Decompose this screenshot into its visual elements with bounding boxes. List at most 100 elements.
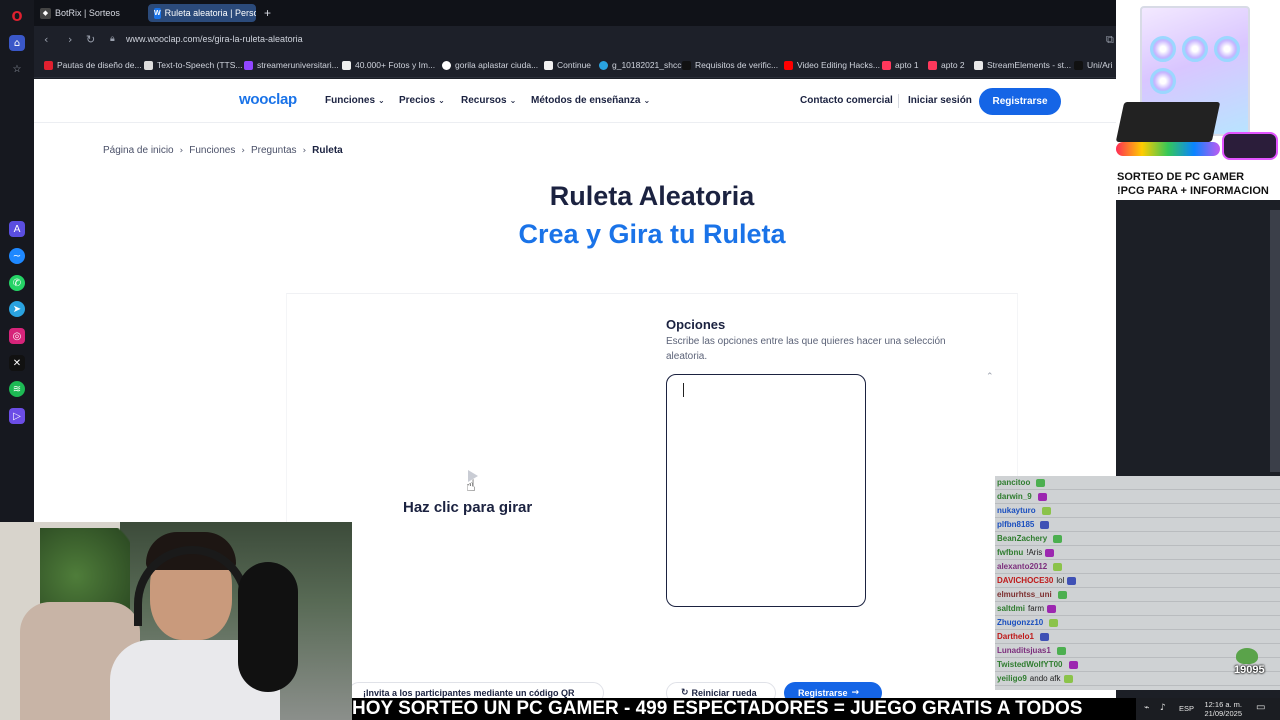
breadcrumb-funciones[interactable]: Funciones <box>189 145 235 156</box>
speaker-icon[interactable]: ♪ <box>1160 703 1166 713</box>
reload-icon: ↻ <box>681 688 689 698</box>
breadcrumb-home[interactable]: Página de inicio <box>103 145 174 156</box>
nav-divider <box>898 94 899 108</box>
system-tray: ⌁ ♪ ESP 12:16 a. m. 21/09/2025 ▭ <box>1136 698 1280 720</box>
chat-username: yeiligo9 <box>997 673 1027 683</box>
chat-message: Zhugonzz10 <box>995 616 1280 630</box>
new-tab-button[interactable]: + <box>260 4 280 22</box>
opera-logo-icon[interactable]: O <box>9 9 25 25</box>
login-link[interactable]: Iniciar sesión <box>908 95 972 106</box>
options-textarea[interactable] <box>666 374 866 522</box>
keyboard-image <box>1115 102 1221 142</box>
x-icon <box>682 60 691 70</box>
nav-precios[interactable]: Precios ⌄ <box>399 95 445 106</box>
chat-message: plfbn8185 <box>995 518 1280 532</box>
emote-icon <box>1056 646 1066 655</box>
options-description: Escribe las opciones entre las que quier… <box>666 336 946 362</box>
bookmark-item[interactable]: gorila aplastar ciuda... <box>442 60 538 70</box>
nav-recursos[interactable]: Recursos ⌄ <box>461 95 516 106</box>
right-panel <box>1116 200 1280 476</box>
star-icon[interactable]: ☆ <box>9 61 25 77</box>
emote-icon <box>1045 548 1055 557</box>
emote-icon <box>1037 492 1047 501</box>
page-scrollbar[interactable] <box>1270 210 1280 472</box>
network-icon[interactable]: ⌁ <box>1144 703 1149 713</box>
emote-icon <box>1053 534 1063 543</box>
chat-username: Lunaditsjuas1 <box>997 645 1051 655</box>
chevron-down-icon: ⌄ <box>378 96 385 105</box>
contact-sales-link[interactable]: Contacto comercial <box>800 95 893 106</box>
chat-message: darwin_9 <box>995 490 1280 504</box>
bookmark-item[interactable]: 40.000+ Fotos y Im... <box>342 60 435 70</box>
spin-wheel-button[interactable]: Haz clic para girar <box>403 499 532 516</box>
bookmark-icon <box>44 60 53 70</box>
bookmark-item[interactable]: Requisitos de verific... <box>682 60 778 70</box>
home-icon[interactable]: ⌂ <box>9 35 25 51</box>
emote-icon <box>1040 520 1050 529</box>
chevron-up-icon[interactable]: ⌃ <box>986 372 994 382</box>
chat-username: pancitoo <box>997 477 1031 487</box>
bookmark-item[interactable]: apto 1 <box>882 60 919 70</box>
bookmark-item[interactable]: g_10182021_shcc <box>599 60 681 70</box>
bookmark-item[interactable]: Continue <box>544 60 591 70</box>
bookmark-item[interactable]: Video Editing Hacks... <box>784 60 880 70</box>
chat-username: saltdmi <box>997 603 1026 613</box>
emote-icon <box>1039 632 1049 641</box>
bookmark-icon <box>342 60 351 70</box>
tab-ruleta[interactable]: W Ruleta aleatoria | Personal <box>148 4 256 22</box>
clock[interactable]: 12:16 a. m. 21/09/2025 <box>1200 700 1242 718</box>
chat-username: TwistedWolfYT00 <box>997 659 1063 669</box>
bookmark-item[interactable]: StreamElements - st... <box>974 60 1071 70</box>
web-page: wooclap Funciones ⌄ Precios ⌄ Recursos ⌄ Mé… <box>34 79 1116 522</box>
messenger-icon[interactable]: ~ <box>9 248 25 264</box>
pepe-emote-icon <box>1236 648 1258 664</box>
chat-text: !Aris <box>1026 547 1043 557</box>
viewer-counter: 19095 <box>1234 664 1265 676</box>
telegram-icon[interactable]: ➤ <box>9 301 25 317</box>
bookmark-item[interactable]: Text-to-Speech (TTS... <box>144 60 243 70</box>
forward-icon[interactable]: › <box>68 33 72 46</box>
whatsapp-icon[interactable]: ✆ <box>9 275 25 291</box>
fan-icon <box>1214 36 1240 62</box>
url-field[interactable]: www.wooclap.com/es/gira-la-ruleta-aleato… <box>126 34 303 44</box>
emote-icon <box>1063 674 1073 683</box>
breadcrumb: Página de inicio › Funciones › Preguntas › Rul… <box>103 145 343 156</box>
bookmark-item[interactable]: Pautas de diseño de... <box>44 60 142 70</box>
text-caret <box>683 383 684 397</box>
reload-icon[interactable]: ↻ <box>86 33 95 46</box>
bookmark-icon <box>144 60 153 70</box>
wooclap-logo[interactable]: wooclap <box>239 91 297 108</box>
tiktok-icon <box>1074 60 1083 70</box>
bookmark-item[interactable]: streameruniversitari... <box>244 60 339 70</box>
bookmark-item[interactable]: Uni/Ari <box>1074 60 1113 70</box>
address-bar: ‹ › ↻ 🔒︎ www.wooclap.com/es/gira-la-rule… <box>34 26 1116 54</box>
tab-botrix[interactable]: ◆ BotRix | Sorteos <box>34 4 146 22</box>
rgb-glow <box>1116 142 1220 156</box>
register-button[interactable]: Registrarse <box>979 88 1061 115</box>
chat-username: BeanZachery <box>997 533 1048 543</box>
breadcrumb-preguntas[interactable]: Preguntas <box>251 145 297 156</box>
chat-message: nukayturo <box>995 504 1280 518</box>
bookmarks-bar: Pautas de diseño de... Text-to-Speech (T… <box>34 54 1116 78</box>
nav-funciones[interactable]: Funciones ⌄ <box>325 95 385 106</box>
chevron-right-icon: › <box>302 146 307 156</box>
botrix-favicon-icon: ◆ <box>40 7 51 19</box>
nav-metodos[interactable]: Métodos de enseñanza ⌄ <box>531 95 650 106</box>
aria-icon[interactable]: A <box>9 221 25 237</box>
wooclap-favicon-icon: W <box>154 7 161 19</box>
player-icon[interactable]: ▷ <box>9 408 25 424</box>
x-icon[interactable]: ✕ <box>9 355 25 371</box>
chevron-down-icon: ⌄ <box>509 96 517 105</box>
arrow-right-icon: → <box>851 688 860 698</box>
language-indicator[interactable]: ESP <box>1179 704 1194 713</box>
spotify-icon[interactable]: ≋ <box>9 381 25 397</box>
streamelements-icon <box>974 60 983 70</box>
chat-message: elmurhtss_uni <box>995 588 1280 602</box>
notification-icon[interactable]: ▭ <box>1256 702 1265 713</box>
share-icon[interactable]: ⧉ <box>1106 33 1114 47</box>
back-icon[interactable]: ‹ <box>44 33 48 46</box>
bookmark-item[interactable]: apto 2 <box>928 60 965 70</box>
instagram-icon[interactable]: ◎ <box>9 328 25 344</box>
options-textarea-lower <box>666 522 866 607</box>
chat-username: Darthelo1 <box>997 631 1034 641</box>
